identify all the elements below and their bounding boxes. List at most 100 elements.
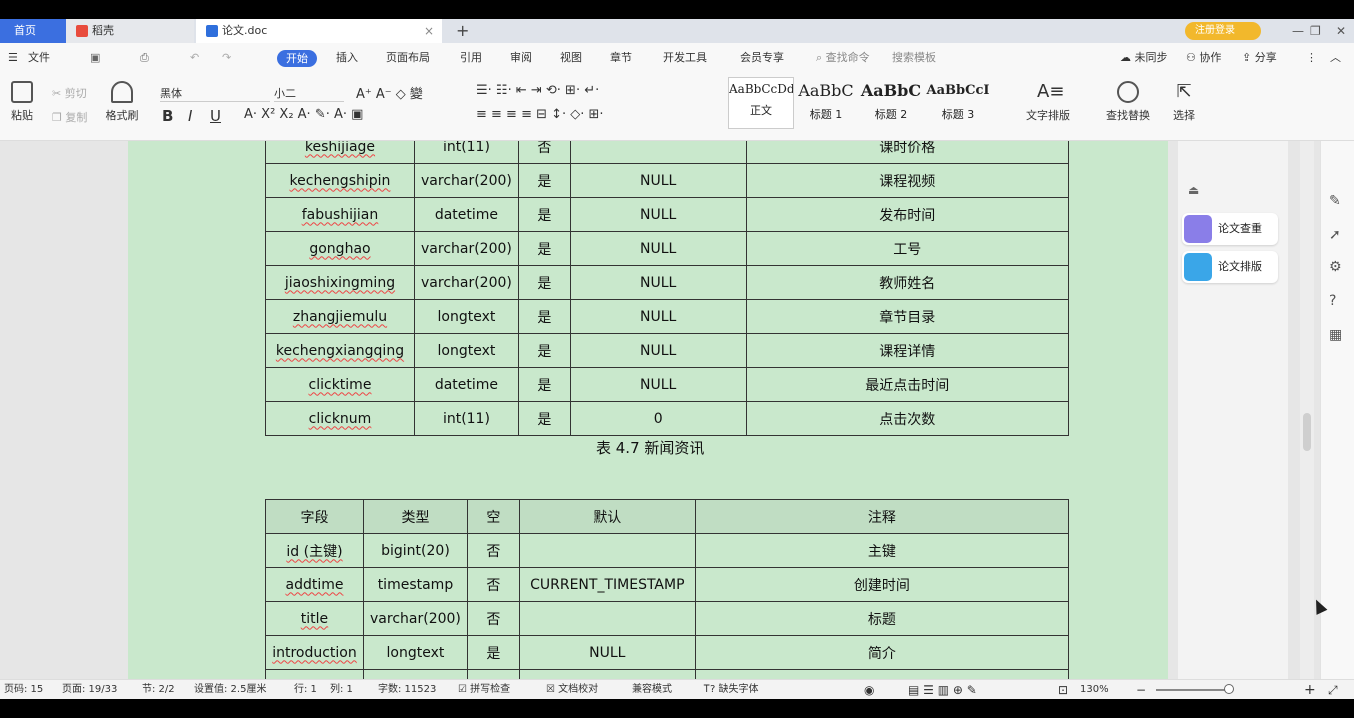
status-setting[interactable]: 设置值: 2.5厘米 [194, 680, 266, 700]
table-header-cell[interactable]: 默认 [518, 499, 696, 534]
menu-reference[interactable]: 引用 [460, 43, 482, 73]
table-cell[interactable]: NULL [569, 163, 747, 198]
table-cell[interactable]: NULL [569, 231, 747, 266]
table-cell[interactable]: 是 [517, 163, 571, 198]
table-cell[interactable]: NULL [569, 197, 747, 232]
table-cell[interactable]: 发布时间 [745, 197, 1070, 232]
thesis-check-button[interactable]: 论文查重 [1182, 213, 1278, 245]
missing-font-button[interactable]: Ꭲ? 缺失字体 [704, 680, 759, 700]
table-cell[interactable]: varchar(200) [413, 163, 519, 198]
hamburger-icon[interactable]: ☰ [8, 43, 18, 73]
table-cell[interactable]: kechengshipin [265, 163, 415, 198]
table-cell[interactable]: 是 [517, 299, 571, 334]
table-cell[interactable]: 图片 [694, 669, 1070, 679]
table-cell[interactable]: varchar(200) [413, 231, 519, 266]
table-cell[interactable]: id (主键) [265, 533, 364, 568]
help-icon[interactable]: ? [1329, 293, 1336, 309]
table-cell[interactable]: addtime [265, 567, 364, 602]
table-cell[interactable]: varchar(200) [362, 601, 468, 636]
font-size-select[interactable]: 小二 [274, 85, 344, 102]
table-cell[interactable]: varchar(200) [362, 669, 468, 679]
table-cell[interactable]: varchar(200) [413, 265, 519, 300]
style-heading3[interactable]: AaBbCcI 标题 3 [926, 83, 990, 122]
table-cell[interactable]: 是 [466, 635, 520, 670]
table-cell[interactable]: 否 [517, 141, 571, 164]
login-button[interactable]: 注册登录 [1185, 22, 1261, 40]
table-cell[interactable]: 是 [517, 231, 571, 266]
menu-dev-tools[interactable]: 开发工具 [663, 43, 707, 73]
cursor-icon[interactable]: ➚ [1329, 227, 1341, 243]
alignment-icons[interactable]: ≡ ≡ ≡ ≡ ⊟ ↕· ◇· ⊞· [476, 107, 604, 122]
search-template[interactable]: 搜索模板 [892, 43, 936, 73]
table-cell[interactable]: 是 [517, 197, 571, 232]
minimize-button[interactable]: — [1292, 19, 1304, 43]
table-cell[interactable]: NULL [569, 265, 747, 300]
table-cell[interactable]: clicknum [265, 401, 415, 436]
search-command[interactable]: ⌕ 查找命令 [816, 43, 870, 73]
menu-page-layout[interactable]: 页面布局 [386, 43, 430, 73]
italic-button[interactable]: I [188, 107, 192, 125]
table-cell[interactable]: 否 [466, 669, 520, 679]
zoom-slider-track[interactable] [1156, 689, 1231, 691]
image-tool-icon[interactable]: ▦ [1329, 327, 1342, 343]
menu-start[interactable]: 开始 [277, 50, 317, 67]
new-tab-button[interactable]: + [456, 19, 469, 43]
text-effect-icons[interactable]: A· X² X₂ A· ✎· A· ▣ [244, 107, 363, 122]
menu-chapter[interactable]: 章节 [610, 43, 632, 73]
table-cell[interactable]: NULL [569, 367, 747, 402]
menu-review[interactable]: 审阅 [510, 43, 532, 73]
table-cell[interactable]: zhangjiemulu [265, 299, 415, 334]
table-cell[interactable] [518, 601, 696, 636]
table-cell[interactable]: 点击次数 [745, 401, 1070, 436]
bold-button[interactable]: B [162, 107, 173, 125]
table-cell[interactable]: int(11) [413, 401, 519, 436]
table-cell[interactable]: 是 [517, 333, 571, 368]
undo-icon[interactable]: ↶ [190, 43, 199, 73]
table-cell[interactable]: 最近点击时间 [745, 367, 1070, 402]
table-cell[interactable]: picture [265, 669, 364, 679]
find-replace-button[interactable]: 查找替换 [1098, 81, 1158, 123]
collab-button[interactable]: ⚇ 协作 [1186, 43, 1221, 73]
proofread-button[interactable]: ☒ 文档校对 [546, 680, 598, 700]
close-window-button[interactable]: ✕ [1336, 19, 1346, 43]
table-cell[interactable]: keshijiage [265, 141, 415, 164]
list-icons[interactable]: ☰· ☷· ⇤ ⇥ ⟲· ⊞· ↵· [476, 83, 599, 98]
table-cell[interactable]: 是 [517, 367, 571, 402]
fit-page-icon[interactable]: ⊡ [1058, 680, 1068, 700]
format-painter-button[interactable]: 格式刷 [102, 81, 142, 123]
font-family-select[interactable]: 黑体 [160, 85, 270, 102]
text-layout-button[interactable]: A≡ 文字排版 [1018, 81, 1078, 123]
zoom-level[interactable]: 130% [1080, 680, 1109, 700]
table-cell[interactable]: NULL [518, 635, 696, 670]
status-page[interactable]: 页面: 19/33 [62, 680, 117, 700]
scrollbar-thumb[interactable] [1303, 413, 1311, 451]
table-cell[interactable]: timestamp [362, 567, 468, 602]
table-header-cell[interactable]: 注释 [694, 499, 1070, 534]
tab-home[interactable]: 首页 [0, 19, 66, 43]
menu-view[interactable]: 视图 [560, 43, 582, 73]
table-cell[interactable] [569, 141, 747, 164]
table-cell[interactable]: longtext [413, 333, 519, 368]
tab-daoke[interactable]: 稻壳 [66, 19, 194, 43]
table-header-cell[interactable]: 空 [466, 499, 520, 534]
eye-icon[interactable]: ◉ [864, 680, 874, 700]
table-cell[interactable]: 课时价格 [745, 141, 1070, 164]
pen-icon[interactable]: ✎ [1329, 193, 1341, 209]
table-cell[interactable]: 工号 [745, 231, 1070, 266]
sync-status[interactable]: ☁ 未同步 [1120, 43, 1168, 73]
table-cell[interactable]: longtext [413, 299, 519, 334]
table-cell[interactable]: 否 [466, 533, 520, 568]
share-button[interactable]: ⇪ 分享 [1242, 43, 1277, 73]
table-cell[interactable]: CURRENT_TIMESTAMP [518, 567, 696, 602]
font-grow-icon[interactable]: A⁺ A⁻ ◇ 變 [356, 83, 423, 102]
zoom-slider-handle[interactable] [1224, 684, 1234, 694]
collapse-panel-icon[interactable]: ⏏ [1188, 183, 1199, 197]
zoom-in-button[interactable]: + [1304, 680, 1316, 700]
select-button[interactable]: ⇱ 选择 [1166, 81, 1202, 123]
close-tab-icon[interactable]: × [424, 19, 434, 43]
table-header-cell[interactable]: 字段 [265, 499, 364, 534]
cut-button[interactable]: ✂ 剪切 [52, 85, 87, 101]
table-cell[interactable]: 教师姓名 [745, 265, 1070, 300]
fullscreen-icon[interactable]: ⤢ [1328, 680, 1338, 700]
table-cell[interactable]: 是 [517, 265, 571, 300]
